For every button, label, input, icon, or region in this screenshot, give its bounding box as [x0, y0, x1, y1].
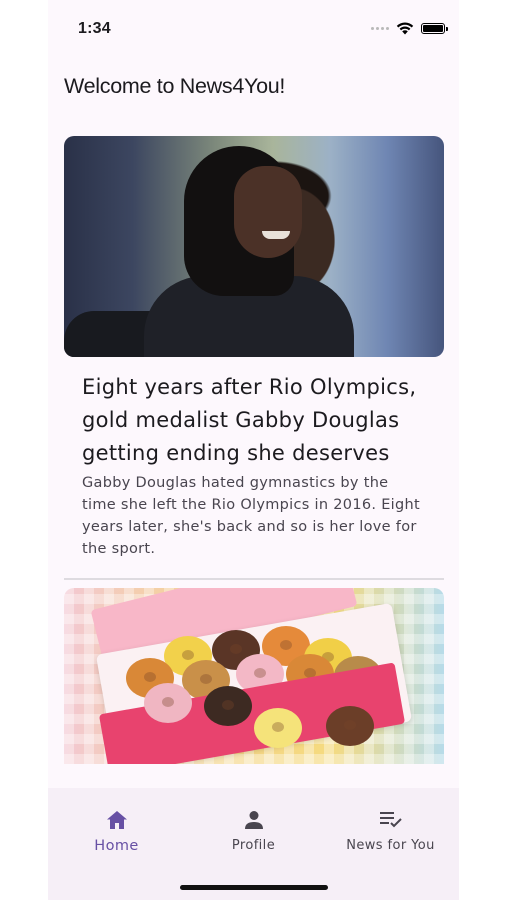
status-time: 1:34 [78, 20, 111, 37]
nav-label-profile: Profile [231, 838, 276, 853]
nav-item-news-for-you[interactable]: News for You [322, 808, 459, 853]
status-icons [371, 22, 448, 35]
app-screen: 1:34 Welcome to News4You! Eight years af… [48, 0, 459, 900]
nav-item-home[interactable]: Home [48, 808, 185, 854]
article-summary: Gabby Douglas hated gymnastics by the ti… [82, 475, 420, 557]
article-card[interactable]: Eight years after Rio Olympics, gold med… [64, 136, 444, 580]
person-icon [242, 808, 266, 832]
signal-dots-icon [371, 27, 389, 30]
nav-label-home: Home [94, 838, 139, 854]
wifi-icon [396, 22, 414, 35]
article-image[interactable] [64, 136, 444, 357]
page-title: Welcome to News4You! [64, 74, 286, 98]
article-headline[interactable]: Eight years after Rio Olympics, gold med… [82, 371, 426, 470]
home-indicator[interactable] [180, 885, 328, 890]
battery-icon [421, 23, 448, 34]
news-feed[interactable]: Eight years after Rio Olympics, gold med… [64, 136, 444, 764]
status-bar: 1:34 [48, 0, 459, 60]
article-card[interactable] [64, 588, 444, 764]
nav-item-profile[interactable]: Profile [185, 808, 322, 853]
nav-label-news-for-you: News for You [346, 838, 435, 853]
home-icon [105, 808, 129, 832]
article-divider [64, 578, 444, 580]
playlist-check-icon [379, 808, 403, 832]
bottom-navigation: Home Profile News for You [48, 788, 459, 900]
article-image[interactable] [64, 588, 444, 764]
